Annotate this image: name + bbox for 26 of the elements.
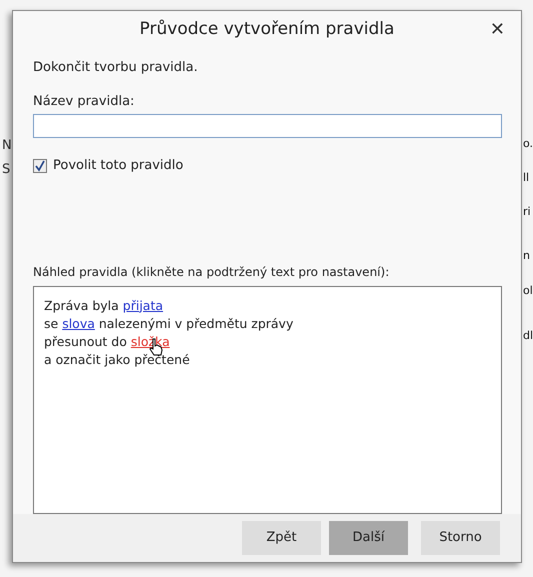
background-text: dl	[523, 328, 533, 344]
preview-link[interactable]: přijata	[122, 296, 164, 315]
intro-text: Dokončit tvorbu pravidla.	[33, 59, 199, 78]
window-title: Průvodce vytvořením pravidla	[140, 18, 394, 41]
preview-label: Náhled pravidla (klikněte na podtržený text pro nastavení):	[33, 264, 390, 281]
close-button[interactable]: ✕	[486, 17, 509, 43]
background-text: ol	[523, 283, 533, 299]
preview-text: Zpráva byla	[44, 296, 120, 315]
preview-text: a označit jako přečtené	[44, 350, 190, 369]
checkbox-label: Povolit toto pravidlo	[53, 157, 184, 176]
background-text: n	[523, 248, 530, 264]
preview-link[interactable]: slova	[62, 314, 95, 333]
background-text: o.	[523, 136, 533, 152]
dialog-button[interactable]: Zpět	[242, 520, 321, 555]
preview-text: přesunout do	[44, 332, 128, 351]
preview-text: se	[44, 314, 60, 333]
background-text: S	[2, 161, 10, 179]
background-text: ll	[523, 170, 530, 186]
rule-name-field[interactable]	[33, 114, 502, 138]
background-text: ri	[523, 204, 531, 220]
field-label: Název pravidla:	[33, 92, 136, 111]
dialog-button[interactable]: Storno	[421, 520, 500, 555]
dialog-button[interactable]: Další	[329, 520, 408, 555]
checkbox[interactable]	[33, 158, 47, 173]
background-text: N	[2, 137, 12, 155]
preview-text: nalezenými v předmětu zprávy	[98, 314, 294, 333]
